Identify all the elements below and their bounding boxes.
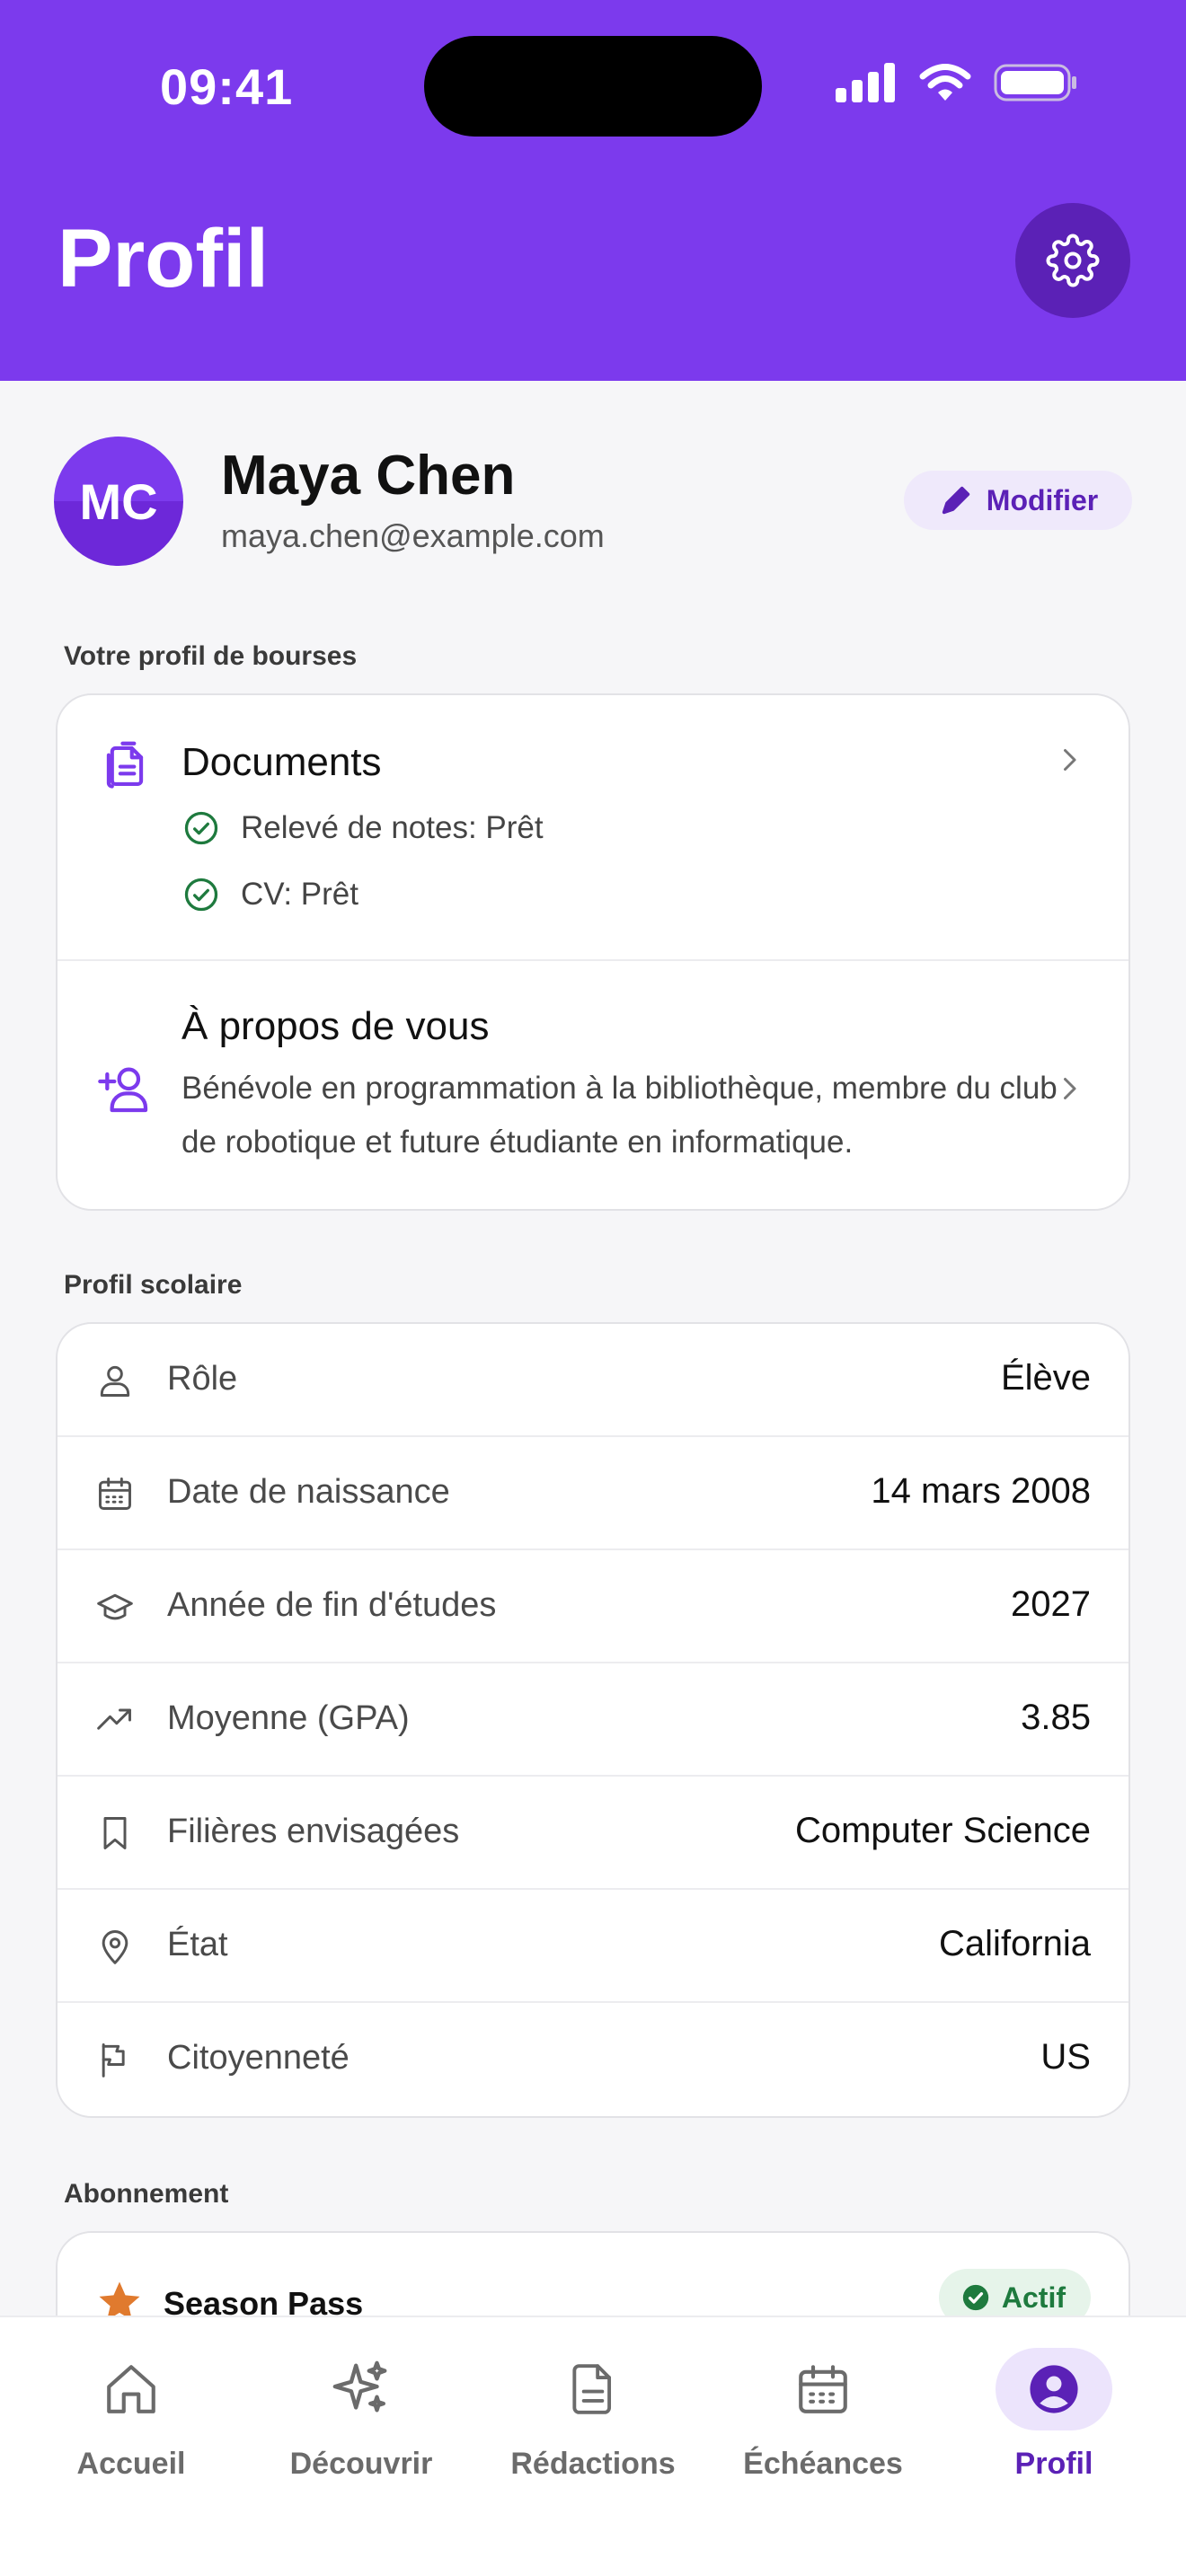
info-label: Citoyenneté (167, 2039, 350, 2077)
info-value: Élève (1000, 1358, 1091, 1398)
info-row-role[interactable]: Rôle Élève (58, 1324, 1128, 1437)
check-circle-icon (962, 2284, 989, 2311)
tab-label: Découvrir (289, 2447, 433, 2481)
calendar-icon (99, 1478, 131, 1510)
documents-row[interactable]: Documents Relevé de notes: Prêt CV: Prêt (58, 695, 1128, 961)
info-value: US (1040, 2037, 1091, 2077)
graduation-cap-icon (97, 1593, 133, 1620)
info-row-majors[interactable]: Filières envisagées Computer Science (58, 1777, 1128, 1890)
wifi-icon (919, 64, 971, 101)
avatar-initials: MC (79, 472, 158, 530)
info-value: 3.85 (1021, 1698, 1091, 1737)
tab-label: Accueil (76, 2447, 186, 2481)
info-row-graduation-year[interactable]: Année de fin d'études 2027 (58, 1550, 1128, 1663)
person-icon (100, 1365, 130, 1397)
battery-icon (994, 64, 1076, 101)
info-value: 2027 (1011, 1584, 1091, 1624)
dynamic-island (424, 36, 762, 137)
info-row-citizenship[interactable]: Citoyenneté US (58, 2003, 1128, 2116)
status-badge-label: Actif (1001, 2280, 1066, 2314)
info-label: Année de fin d'études (167, 1586, 497, 1624)
about-you-text: Bénévole en programmation à la bibliothè… (181, 1071, 1058, 1160)
tab-profile[interactable]: Profil (955, 2344, 1153, 2482)
edit-profile-button[interactable]: Modifier (904, 471, 1132, 530)
documents-item-text: CV: Prêt (241, 877, 358, 912)
document-icon (572, 2364, 612, 2414)
page-title: Profil (58, 213, 270, 304)
subscription-section-label: Abonnement (64, 2179, 229, 2209)
location-pin-icon (102, 1930, 128, 1964)
info-value: 14 mars 2008 (871, 1471, 1091, 1511)
flag-icon (102, 2043, 125, 2078)
documents-item-text: Relevé de notes: Prêt (241, 810, 544, 845)
calendar-icon (799, 2365, 847, 2413)
app-header: 09:41 Profil (0, 0, 1186, 381)
documents-item: Relevé de notes: Prêt (181, 808, 544, 848)
about-you-row[interactable]: À propos de vous Bénévole en programmati… (58, 961, 1128, 1209)
gear-icon (1046, 234, 1100, 287)
documents-item: CV: Prêt (181, 875, 358, 914)
check-circle-icon (184, 811, 218, 845)
tab-essays[interactable]: Rédactions (494, 2344, 692, 2482)
check-circle-icon (184, 878, 218, 912)
tab-home[interactable]: Accueil (32, 2344, 230, 2482)
bookmark-icon (103, 1817, 127, 1849)
chevron-right-icon (1064, 749, 1076, 771)
tab-bar: Accueil Découvrir Rédactions Échéances P… (0, 2316, 1186, 2576)
tab-label: Profil (1014, 2447, 1093, 2481)
academic-card: Rôle Élève Date de naissance 14 mars 200… (56, 1322, 1130, 2118)
sparkles-icon (332, 2360, 387, 2413)
info-label: État (167, 1926, 228, 1963)
info-label: Date de naissance (167, 1473, 450, 1511)
scholarship-section-label: Votre profil de bourses (64, 641, 358, 671)
tab-label: Rédactions (510, 2447, 676, 2481)
info-value: California (939, 1924, 1091, 1963)
add-person-icon (98, 1067, 148, 1113)
active-tab-indicator (996, 2348, 1112, 2430)
about-you-title: À propos de vous (181, 1004, 490, 1048)
info-row-state[interactable]: État California (58, 1890, 1128, 2003)
tab-discover[interactable]: Découvrir (262, 2344, 460, 2482)
academic-section-label: Profil scolaire (64, 1270, 243, 1300)
info-label: Moyenne (GPA) (167, 1699, 410, 1737)
profile-icon (1030, 2365, 1078, 2413)
user-name: Maya Chen (221, 445, 516, 507)
info-row-gpa[interactable]: Moyenne (GPA) 3.85 (58, 1663, 1128, 1777)
status-icons (836, 63, 1078, 102)
tab-deadlines[interactable]: Échéances (724, 2344, 922, 2482)
info-value: Computer Science (794, 1811, 1091, 1850)
tab-label: Échéances (743, 2447, 903, 2481)
documents-title: Documents (181, 740, 382, 784)
pencil-icon (942, 486, 969, 515)
info-label: Filières envisagées (167, 1813, 460, 1850)
user-email: maya.chen@example.com (221, 517, 605, 554)
status-time: 09:41 (160, 58, 294, 115)
edit-profile-label: Modifier (986, 483, 1099, 516)
avatar: MC (54, 437, 183, 566)
signal-icon (836, 63, 895, 102)
documents-icon (106, 741, 144, 789)
settings-button[interactable] (1015, 203, 1130, 318)
info-row-birthdate[interactable]: Date de naissance 14 mars 2008 (58, 1437, 1128, 1550)
chevron-right-icon (1064, 1078, 1076, 1099)
home-icon (107, 2365, 155, 2413)
info-label: Rôle (167, 1360, 238, 1398)
trending-up-icon (97, 1708, 131, 1730)
scholarship-card: Documents Relevé de notes: Prêt CV: Prêt… (56, 693, 1130, 1211)
